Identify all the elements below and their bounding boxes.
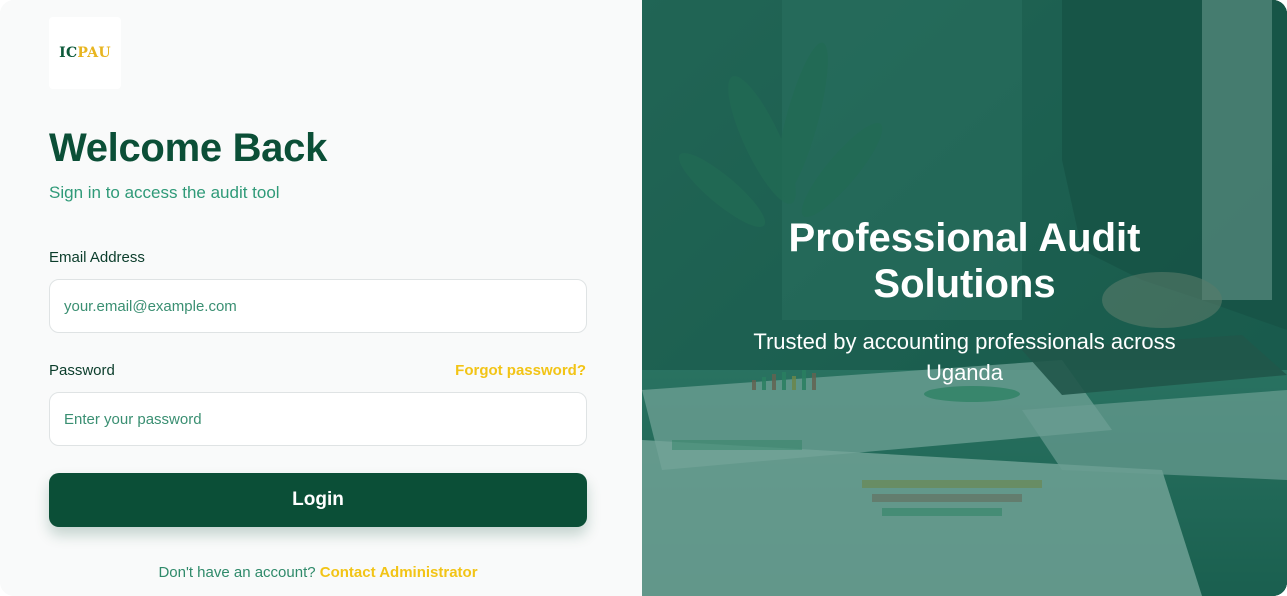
login-panel: IC PAU Welcome Back Sign in to access the… — [0, 0, 642, 596]
hero-panel: Professional Audit Solutions Trusted by … — [642, 0, 1287, 596]
forgot-password-link[interactable]: Forgot password? — [455, 362, 586, 379]
contact-administrator-link[interactable]: Contact Administrator — [320, 564, 478, 581]
password-field[interactable] — [49, 392, 587, 446]
signup-prompt: Don't have an account? Contact Administr… — [49, 564, 587, 581]
hero-subtitle: Trusted by accounting professionals acro… — [753, 329, 1176, 385]
signup-prompt-text: Don't have an account? — [158, 564, 316, 581]
page-subtitle: Sign in to access the audit tool — [49, 183, 280, 202]
email-label: Email Address — [49, 249, 145, 266]
hero-title: Professional Audit Solutions — [788, 216, 1141, 306]
logo-text-pau: PAU — [77, 45, 111, 61]
email-field[interactable] — [49, 279, 587, 333]
login-page: IC PAU Welcome Back Sign in to access the… — [0, 0, 1287, 596]
password-label: Password — [49, 362, 115, 379]
page-title: Welcome Back — [49, 126, 328, 170]
icpau-logo: IC PAU — [49, 17, 121, 89]
login-button[interactable]: Login — [49, 473, 587, 527]
logo-text-ic: IC — [59, 45, 78, 61]
